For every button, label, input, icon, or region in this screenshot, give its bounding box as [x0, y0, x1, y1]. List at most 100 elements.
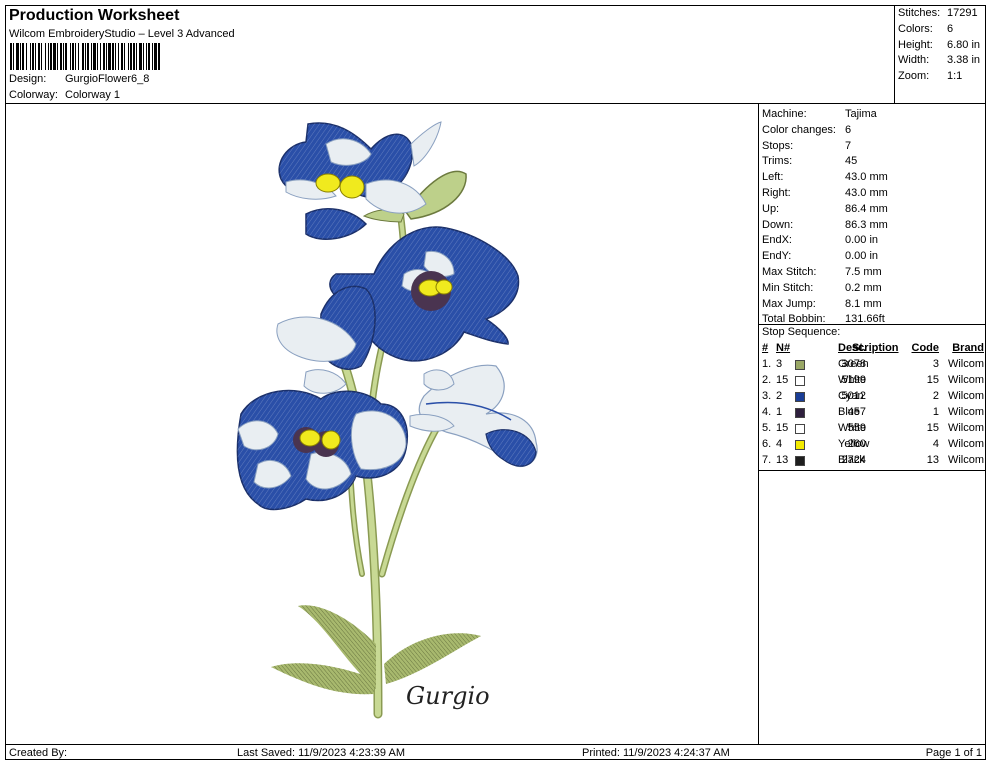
table-row: 3. 2 5012 Cyan 2 Wilcom: [762, 389, 984, 405]
summary-value: 6.80 in: [947, 39, 981, 51]
info-value: 86.3 mm: [845, 218, 888, 231]
info-value: 7.5 mm: [845, 266, 882, 278]
info-value: 6: [845, 123, 852, 136]
row-code: 15: [926, 422, 939, 434]
info-row: Down: 86.3 mm: [762, 219, 888, 231]
info-label: Left:: [762, 171, 784, 184]
row-num: 6.: [762, 438, 772, 450]
summary-label: Zoom:: [898, 70, 930, 82]
summary-row: Stitches: 17291: [898, 7, 978, 19]
info-row: Max Stitch: 7.5 mm: [762, 266, 882, 278]
info-row: Color changes: 6: [762, 124, 851, 136]
color-swatch: [795, 440, 805, 450]
table-row: 7. 13 2724 Black 13 Wilcom: [762, 453, 984, 469]
row-brand: Wilcom: [947, 438, 984, 450]
row-code: 3: [932, 358, 939, 370]
design-row: Design: GurgioFlower6_8: [9, 73, 149, 85]
summary-row: Zoom: 1:1: [898, 70, 962, 82]
row-needle: 15: [776, 422, 789, 434]
info-row: Machine: Tajima: [762, 108, 877, 120]
row-brand: Wilcom: [947, 406, 984, 418]
info-label: Machine:: [762, 108, 807, 120]
page-number: Page 1 of 1: [925, 747, 982, 759]
col-brand-header: Brand: [952, 342, 984, 354]
row-description: White: [838, 374, 867, 386]
row-needle: 13: [776, 454, 789, 466]
col-code-header: Code: [911, 342, 940, 354]
row-code: 13: [926, 454, 939, 466]
color-swatch: [795, 424, 805, 434]
row-description: White: [838, 422, 867, 434]
info-label: Stops:: [762, 139, 794, 152]
summary-panel: Stitches: 17291 Colors: 6 Height: 6.80 in W…: [895, 6, 985, 104]
summary-label: Height:: [898, 39, 933, 51]
table-row: 2. 15 5199 White 15 Wilcom: [762, 373, 984, 389]
machine-info-panel: Machine: Tajima Color changes: 6 Stops: 7 Trim…: [759, 104, 985, 744]
info-row: Trims: 45: [762, 155, 857, 167]
row-brand: Wilcom: [947, 358, 984, 370]
color-swatch: [795, 392, 805, 402]
summary-row: Height: 6.80 in: [898, 39, 980, 51]
stop-sequence-title: Stop Sequence:: [762, 326, 841, 338]
design-preview: Gurgio: [6, 104, 759, 744]
row-description: Cyan: [838, 390, 864, 402]
info-row: Up: 86.4 mm: [762, 203, 888, 215]
row-code: 1: [932, 406, 939, 418]
info-row: Min Stitch: 0.2 mm: [762, 282, 882, 294]
info-label: Down:: [762, 218, 794, 231]
colorway-row: Colorway: Colorway 1: [9, 89, 120, 101]
worksheet: Production Worksheet Wilcom EmbroiderySt…: [5, 5, 986, 760]
summary-value: 6: [947, 23, 954, 35]
table-row: 5. 15 559 White 15 Wilcom: [762, 421, 984, 437]
design-value: GurgioFlower6_8: [65, 73, 150, 85]
info-label: EndX:: [762, 234, 792, 247]
summary-value: 1:1: [947, 70, 963, 82]
created-by: Created By:: [9, 747, 68, 759]
row-num: 7.: [762, 454, 772, 466]
color-swatch: [795, 408, 805, 418]
info-value: 7: [845, 139, 852, 152]
color-swatch: [795, 456, 805, 466]
row-num: 5.: [762, 422, 772, 434]
row-brand: Wilcom: [947, 390, 984, 402]
summary-value: 3.38 in: [947, 54, 981, 66]
row-description: Blue: [838, 406, 861, 418]
col-num-header: #: [762, 342, 769, 354]
table-row: 1. 3 3078 Green 3 Wilcom: [762, 357, 984, 373]
info-row: EndY: 0.00 in: [762, 250, 878, 262]
summary-row: Colors: 6: [898, 23, 953, 35]
row-brand: Wilcom: [947, 422, 984, 434]
info-label: Up:: [762, 202, 780, 215]
summary-label: Stitches:: [898, 7, 941, 19]
table-row: 4. 1 457 Blue 1 Wilcom: [762, 405, 984, 421]
app-subtitle: Wilcom EmbroideryStudio – Level 3 Advanc…: [9, 28, 235, 40]
info-value: 86.4 mm: [845, 202, 888, 215]
summary-row: Width: 3.38 in: [898, 54, 980, 66]
row-needle: 3: [776, 358, 783, 370]
color-swatch: [795, 376, 805, 386]
info-label: Max Stitch:: [762, 266, 817, 278]
info-row: EndX: 0.00 in: [762, 234, 878, 246]
info-value: 0.00 in: [845, 234, 879, 247]
design-label: Design:: [9, 73, 47, 85]
col-n-header: N#: [776, 342, 791, 354]
info-value: 0.00 in: [845, 250, 879, 263]
color-swatch: [795, 360, 805, 370]
row-description: Yellow: [838, 438, 870, 450]
info-value: 43.0 mm: [845, 171, 888, 184]
row-code: 4: [932, 438, 939, 450]
info-label: Trims:: [762, 155, 793, 168]
info-row: Stops: 7: [762, 140, 851, 152]
row-code: 2: [932, 390, 939, 402]
row-needle: 1: [776, 406, 783, 418]
stop-sequence-table: # N# St. Description Code Brand 1. 3 3078 G…: [762, 341, 984, 469]
info-value: 43.0 mm: [845, 187, 888, 199]
info-label: Max Jump:: [762, 297, 816, 310]
row-num: 2.: [762, 374, 772, 386]
col-desc-header: Description: [838, 342, 899, 354]
summary-value: 17291: [947, 7, 978, 19]
last-saved: Last Saved: 11/9/2023 4:23:39 AM: [237, 747, 405, 759]
worksheet-footer: Created By: Last Saved: 11/9/2023 4:23:3…: [6, 744, 985, 760]
barcode: [10, 43, 238, 70]
row-code: 15: [926, 374, 939, 386]
